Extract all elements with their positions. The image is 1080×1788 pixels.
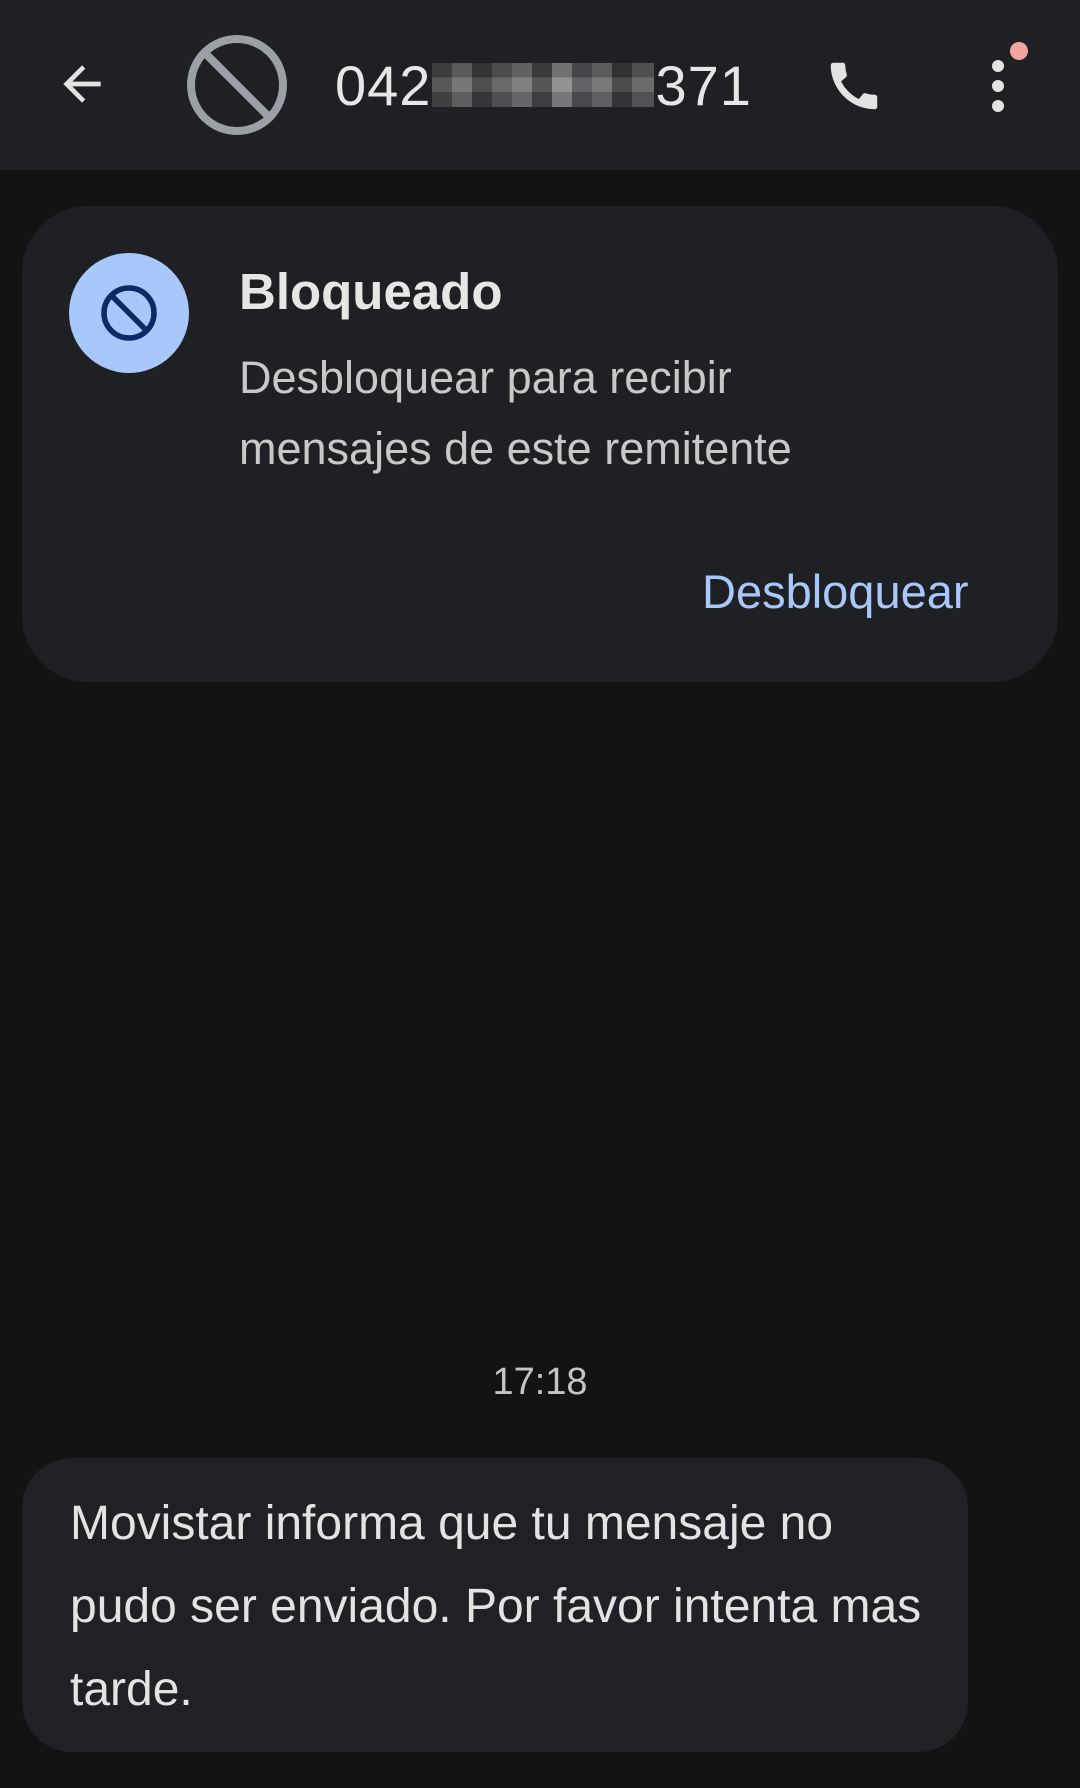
unblock-button[interactable]: Desbloquear [690,556,981,626]
contact-number-prefix: 042 [335,53,432,117]
back-button[interactable] [42,44,122,124]
blocked-title: Bloqueado [239,263,503,320]
message-timestamp: 17:18 [492,1361,588,1403]
phone-icon [830,62,878,110]
redacted-number-block [432,63,655,107]
block-icon [187,35,287,135]
notification-dot [1010,42,1028,60]
contact-number-suffix: 371 [655,53,752,117]
block-icon [101,285,157,341]
blocked-banner-icon [69,253,189,373]
blocked-description: Desbloquear para recibir mensajes de est… [239,352,792,474]
message-text: Movistar informa que tu mensaje no pudo … [70,1497,922,1716]
contact-avatar[interactable] [184,32,290,138]
contact-title: 042 371 [335,48,752,122]
arrow-back-icon [63,65,101,103]
more-vert-icon [992,60,1004,112]
call-button[interactable] [812,44,896,128]
